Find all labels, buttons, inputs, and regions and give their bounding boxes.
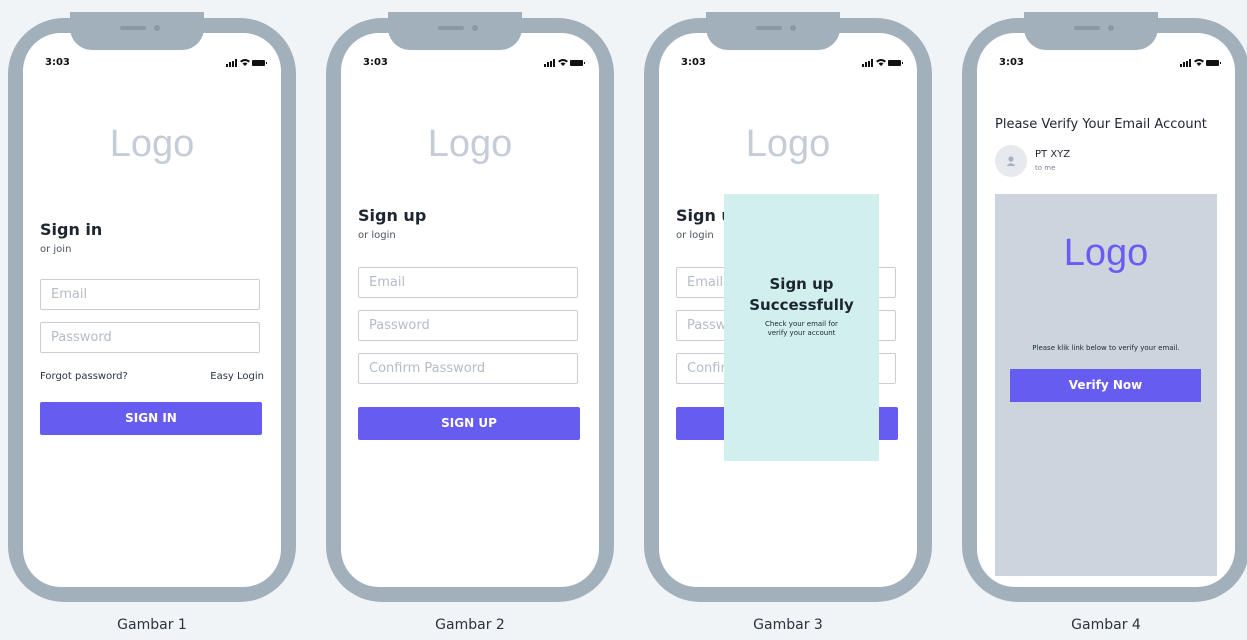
- email-subject: Please Verify Your Email Account: [995, 117, 1207, 132]
- phone-1: 3:03 Logo Sign in or join Email Password…: [8, 12, 296, 602]
- forgot-password-link[interactable]: Forgot password?: [40, 371, 128, 382]
- logo: Logo: [745, 123, 831, 165]
- success-title-line-1: Sign up: [769, 275, 834, 293]
- status-time: 3:03: [999, 57, 1024, 68]
- login-link[interactable]: or login: [358, 230, 396, 241]
- wifi-icon: [876, 58, 886, 67]
- logo: Logo: [109, 123, 195, 165]
- status-icons: [544, 58, 585, 67]
- status-icons: [1180, 58, 1221, 67]
- status-time: 3:03: [363, 57, 388, 68]
- logo: Logo: [427, 123, 513, 165]
- success-message-line-1: Check your email for: [765, 320, 838, 328]
- page-title: Sign in: [40, 220, 103, 239]
- password-field[interactable]: Password: [358, 310, 578, 341]
- verify-now-button[interactable]: Verify Now: [1010, 369, 1201, 402]
- confirm-password-field[interactable]: Confirm Password: [358, 353, 578, 384]
- caption-gambar-2: Gambar 2: [435, 617, 505, 633]
- caption-gambar-1: Gambar 1: [117, 617, 187, 633]
- login-link[interactable]: or login: [676, 230, 714, 241]
- signal-icon: [1180, 59, 1191, 67]
- success-dialog: Sign up Successfully Check your email fo…: [724, 194, 879, 461]
- status-icons: [226, 58, 267, 67]
- phone-notch: [706, 12, 840, 50]
- sign-in-button[interactable]: SIGN IN: [40, 402, 262, 435]
- password-field[interactable]: Password: [40, 322, 260, 353]
- phone-2: 3:03 Logo Sign up or login Email Passwor…: [326, 12, 614, 602]
- phone-notch: [388, 12, 522, 50]
- phone-3-screen: 3:03 Logo Sign up or login Email Passwor…: [659, 33, 917, 587]
- signal-icon: [544, 59, 555, 67]
- email-sender: PT XYZ: [1035, 149, 1071, 160]
- caption-gambar-4: Gambar 4: [1071, 617, 1141, 633]
- signal-icon: [862, 59, 873, 67]
- phone-4-screen: 3:03 Please Verify Your Email Account PT…: [977, 33, 1235, 587]
- sign-up-button[interactable]: SIGN UP: [358, 407, 580, 440]
- email-field[interactable]: Email: [358, 267, 578, 298]
- wifi-icon: [558, 58, 568, 67]
- battery-icon: [1206, 60, 1221, 66]
- status-time: 3:03: [45, 57, 70, 68]
- battery-icon: [252, 60, 267, 66]
- easy-login-link[interactable]: Easy Login: [210, 371, 264, 382]
- phone-notch: [70, 12, 204, 50]
- success-message-line-2: verify your account: [767, 329, 836, 337]
- success-message: Check your email for verify your account: [724, 320, 879, 338]
- caption-gambar-3: Gambar 3: [753, 617, 823, 633]
- email-logo: Logo: [1063, 232, 1149, 274]
- phone-4: 3:03 Please Verify Your Email Account PT…: [962, 12, 1247, 602]
- email-recipient: to me: [1035, 164, 1056, 172]
- success-title-line-2: Successfully: [749, 296, 854, 314]
- success-title: Sign up Successfully: [724, 274, 879, 316]
- status-time: 3:03: [681, 57, 706, 68]
- battery-icon: [570, 60, 585, 66]
- phone-3: 3:03 Logo Sign up or login Email Passwor…: [644, 12, 932, 602]
- phone-1-screen: 3:03 Logo Sign in or join Email Password…: [23, 33, 281, 587]
- phone-2-screen: 3:03 Logo Sign up or login Email Passwor…: [341, 33, 599, 587]
- status-icons: [862, 58, 903, 67]
- join-link[interactable]: or join: [40, 244, 71, 255]
- email-instruction: Please klik link below to verify your em…: [1032, 344, 1180, 352]
- phone-notch: [1024, 12, 1158, 50]
- battery-icon: [888, 60, 903, 66]
- user-avatar-icon: [995, 145, 1027, 177]
- wifi-icon: [1194, 58, 1204, 67]
- signal-icon: [226, 59, 237, 67]
- email-body-card: Logo Please klik link below to verify yo…: [995, 194, 1217, 576]
- wifi-icon: [240, 58, 250, 67]
- email-field[interactable]: Email: [40, 279, 260, 310]
- page-title: Sign up: [358, 206, 427, 225]
